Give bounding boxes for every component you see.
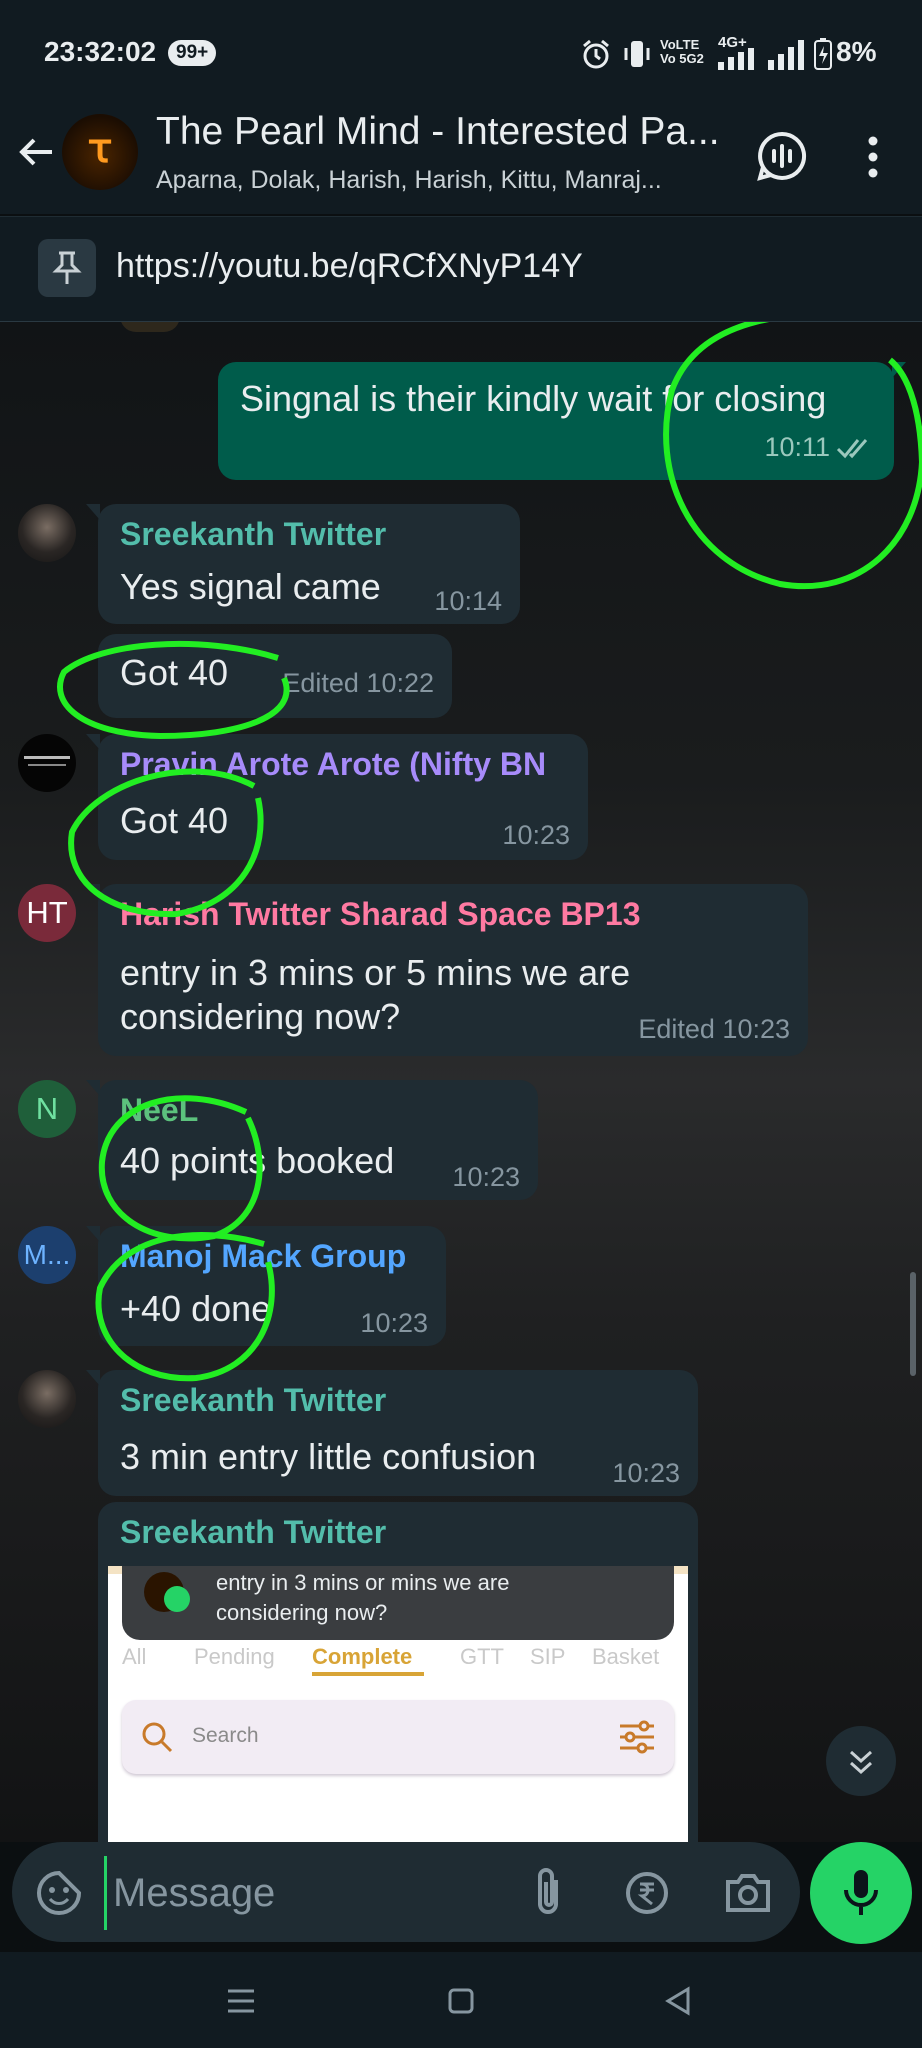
sender-avatar[interactable]: N [18,1080,76,1138]
vibrate-icon [624,41,650,67]
message-text: 40 points booked [120,1140,395,1181]
sender-name[interactable]: Harish Twitter Sharad Space BP13 [120,896,640,933]
status-time: 23:32:02 [44,36,157,67]
order-tabs: All Pending Complete GTT SIP Basket [122,1638,682,1676]
avatar-initials: M... [23,1239,71,1270]
sender-avatar[interactable]: HT [18,884,76,942]
screenshot-image[interactable]: entry in 3 mins or mins we are consideri… [108,1566,688,1842]
double-chevron-down-icon [849,1750,873,1775]
tab-gtt: GTT [460,1644,504,1669]
tab-basket: Basket [592,1644,660,1669]
avatar-initials: N [35,1091,59,1126]
chat-title[interactable]: The Pearl Mind - Interested Pa... [156,110,736,154]
message-bubble[interactable]: Sreekanth Twitter Yes signal came 10:14 [86,504,520,624]
recent-apps-icon[interactable] [226,1986,256,2016]
chat-header: ꚍ The Pearl Mind - Interested Pa... Apar… [0,108,922,214]
toast-text-line-1: entry in 3 mins or mins we are [216,1570,510,1595]
microphone-icon [844,1870,878,1915]
message-bubble[interactable]: Harish Twitter Sharad Space BP13 entry i… [86,884,808,1056]
back-nav-icon[interactable] [664,1986,694,2016]
message-text-line-2: considering now? [120,996,401,1037]
sender-avatar[interactable] [18,1370,76,1428]
rupee-payment-icon[interactable] [624,1870,670,1916]
message-bubble[interactable]: Pravin Arote Arote (Nifty BN Got 40 10:2… [86,734,588,860]
partial-sticker [120,322,180,332]
tab-complete: Complete [312,1644,413,1669]
network-label: VoLTE Vo 5G2 [660,37,704,66]
avatar-initials: HT [26,895,68,930]
mic-button[interactable] [810,1842,912,1944]
avatar-glyph: ꚍ [88,127,112,171]
battery-percent: 8% [836,36,877,67]
message-time: Edited 10:23 [638,1014,790,1044]
message-text: Singnal is their kindly wait for closing [240,378,827,419]
image-search-bar: Search [122,1700,674,1774]
sender-name[interactable]: Pravin Arote Arote (Nifty BN [120,746,546,783]
pinned-message-bar[interactable]: https://youtu.be/qRCfXNyP14Y [0,216,922,323]
sender-avatar[interactable] [18,734,76,792]
sender-name[interactable]: Sreekanth Twitter [120,516,386,553]
whatsapp-icon [164,1586,190,1612]
camera-icon[interactable] [724,1870,772,1914]
sender-avatar[interactable] [18,504,76,562]
toast-text-line-2: considering now? [216,1600,388,1625]
sender-name[interactable]: Manoj Mack Group [120,1238,406,1275]
image-message-bubble[interactable]: Sreekanth Twitter entry in 3 mins or min… [98,1502,698,1842]
scroll-down-button[interactable] [826,1726,896,1796]
message-bubble-outgoing[interactable]: Singnal is their kindly wait for closing… [218,362,906,480]
message-bubble[interactable]: Manoj Mack Group +40 done 10:23 [86,1226,446,1346]
sender-name[interactable]: Sreekanth Twitter [120,1514,386,1551]
message-text: 3 min entry little confusion [120,1436,537,1477]
voice-chat-icon[interactable] [756,130,808,182]
back-arrow-icon[interactable] [14,130,58,174]
tab-sip: SIP [530,1644,566,1669]
status-bar: 23:32:02 99+ VoLTE Vo 5G2 4G+ 8% [0,0,922,108]
attach-icon[interactable] [530,1866,566,1920]
message-box [12,1842,800,1942]
sender-name[interactable]: NeeL [120,1092,198,1129]
battery-icon [814,38,832,70]
message-text: Got 40 [120,800,229,841]
group-avatar[interactable]: ꚍ [62,114,138,190]
message-time: 10:23 [360,1308,428,1338]
message-text: +40 done [120,1288,272,1329]
message-time: 10:14 [434,586,502,616]
message-input[interactable] [104,1856,515,1930]
input-area [0,1842,922,1950]
sender-name[interactable]: Sreekanth Twitter [120,1382,386,1419]
message-time: Edited 10:22 [282,668,434,698]
home-icon[interactable] [446,1986,476,2016]
tab-all: All [122,1644,147,1669]
sender-avatar[interactable]: M... [18,1226,76,1284]
message-time: 10:11 [764,432,830,462]
message-bubble[interactable]: Sreekanth Twitter 3 min entry little con… [86,1370,698,1496]
search-icon [142,1722,173,1753]
pinned-link[interactable]: https://youtu.be/qRCfXNyP14Y [116,247,583,286]
toast-notification: entry in 3 mins or mins we are consideri… [122,1566,674,1640]
sticker-icon[interactable] [36,1870,82,1916]
more-options-icon[interactable] [858,134,888,180]
message-text-line-1: entry in 3 mins or 5 mins we are [120,952,631,993]
scrollbar-thumb[interactable] [910,1272,916,1376]
chat-members[interactable]: Aparna, Dolak, Harish, Harish, Kittu, Ma… [156,166,716,195]
notification-badge: 99+ [168,40,217,66]
double-check-icon [836,439,868,459]
alarm-icon [583,39,609,69]
signal-icon [718,48,754,70]
message-bubble[interactable]: NeeL 40 points booked 10:23 [86,1080,538,1200]
pin-icon [52,251,82,284]
message-text: Got 40 [120,652,229,693]
message-text: Yes signal came [120,566,381,607]
message-bubble[interactable]: Got 40 Edited 10:22 [98,634,452,718]
signal-icon-2 [768,40,804,70]
pin-icon-box [38,239,96,297]
message-time: 10:23 [502,820,570,850]
chat-messages-area[interactable]: Singnal is their kindly wait for closing… [0,322,922,1842]
message-time: 10:23 [612,1458,680,1488]
image-search-placeholder: Search [192,1724,259,1747]
message-time: 10:23 [452,1162,520,1192]
system-navigation-bar [0,1952,922,2048]
filter-icon [620,1720,654,1754]
tab-pending: Pending [194,1644,275,1669]
